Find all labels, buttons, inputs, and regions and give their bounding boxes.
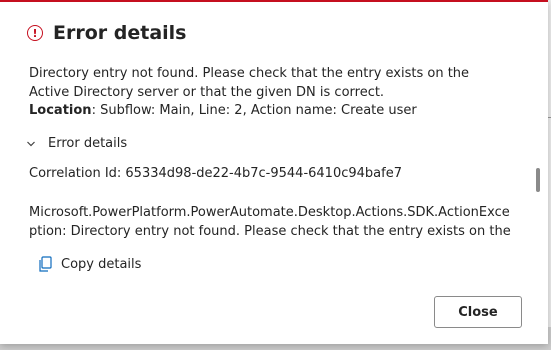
dialog-header: ! Error details [27,22,186,44]
details-scrollbar[interactable] [536,168,540,192]
exception-text: Microsoft.PowerPlatform.PowerAutomate.De… [29,205,511,244]
error-details-content[interactable]: Correlation Id: 65334d98-de22-4b7c-9544-… [29,164,539,244]
error-details-toggle[interactable]: Error details [26,136,127,151]
section-label: Error details [48,136,128,151]
error-message: Directory entry not found. Please check … [29,66,470,100]
location-value: : Subflow: Main, Line: 2, Action name: C… [91,103,417,118]
close-button[interactable]: Close [434,296,522,328]
error-location: Location: Subflow: Main, Line: 2, Action… [29,101,417,120]
copy-icon [39,256,52,272]
copy-details-button[interactable]: Copy details [38,256,141,273]
dialog-title: Error details [53,22,187,44]
chevron-down-icon [27,141,35,146]
copy-details-label: Copy details [61,257,142,272]
correlation-id: Correlation Id: 65334d98-de22-4b7c-9544-… [29,166,402,181]
location-label: Location [29,103,92,118]
error-circle-icon: ! [27,25,43,41]
error-details-dialog: ! Error details Directory entry not foun… [0,0,548,344]
